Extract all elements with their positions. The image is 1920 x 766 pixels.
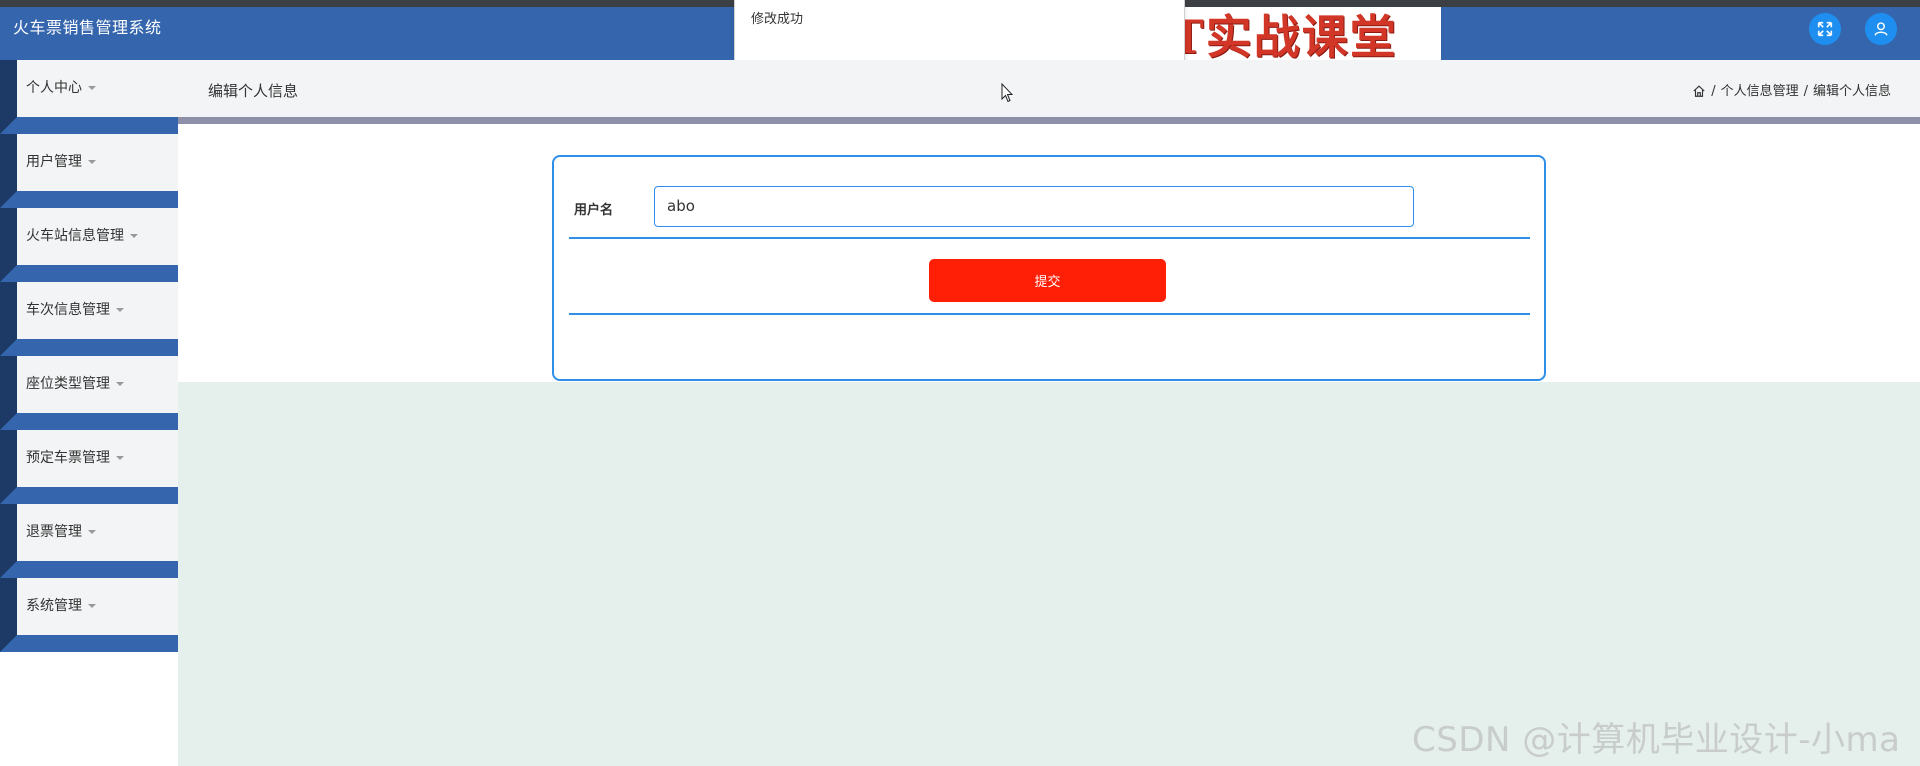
user-icon bbox=[1874, 22, 1888, 36]
sidebar-group-personal-center: 个人中心 bbox=[0, 60, 178, 134]
sidebar-group-refund-management: 退票管理 bbox=[0, 504, 178, 578]
user-menu-button[interactable] bbox=[1865, 13, 1897, 45]
breadcrumb-item-edit-info: 编辑个人信息 bbox=[1812, 84, 1891, 99]
sidebar-item-label: 系统管理 bbox=[26, 598, 82, 614]
caret-down-icon bbox=[130, 234, 138, 238]
sidebar-item-personal-center[interactable]: 个人中心 bbox=[17, 60, 178, 117]
form-divider bbox=[569, 237, 1530, 239]
sidebar-item-seat-type-management[interactable]: 座位类型管理 bbox=[17, 356, 178, 413]
sidebar-item-label: 座位类型管理 bbox=[26, 376, 110, 392]
sidebar-group-station-management: 火车站信息管理 bbox=[0, 208, 178, 282]
sidebar-group-booking-management: 预定车票管理 bbox=[0, 430, 178, 504]
sidebar-item-refund-management[interactable]: 退票管理 bbox=[17, 504, 178, 561]
sidebar-group-user-management: 用户管理 bbox=[0, 134, 178, 208]
username-label: 用户名 bbox=[574, 203, 614, 218]
sidebar-item-station-management[interactable]: 火车站信息管理 bbox=[17, 208, 178, 265]
sidebar-item-label: 火车站信息管理 bbox=[26, 228, 124, 244]
breadcrumb-item-personal-info[interactable]: 个人信息管理 bbox=[1721, 60, 1799, 123]
sidebar-band bbox=[0, 635, 178, 652]
submit-button[interactable]: 提交 bbox=[929, 259, 1166, 302]
sidebar-band bbox=[0, 339, 178, 356]
sidebar-group-seat-type-management: 座位类型管理 bbox=[0, 356, 178, 430]
dialog-message: 修改成功 bbox=[751, 12, 804, 27]
caret-down-icon bbox=[88, 86, 96, 90]
page-subheader: 编辑个人信息 / 个人信息管理 / 编辑个人信息 bbox=[178, 60, 1920, 117]
breadcrumb: / 个人信息管理 / 编辑个人信息 bbox=[1692, 60, 1891, 123]
sidebar: 个人中心 用户管理 火车站信息管理 车次信息管理 座位类型管理 预定车票管理 退… bbox=[0, 60, 178, 654]
sidebar-group-system-management: 系统管理 bbox=[0, 578, 178, 652]
username-input[interactable]: abo bbox=[654, 186, 1414, 227]
breadcrumb-separator: / bbox=[1803, 84, 1808, 99]
sidebar-band bbox=[0, 487, 178, 504]
caret-down-icon bbox=[116, 308, 124, 312]
sidebar-band bbox=[0, 191, 178, 208]
sidebar-group-train-management: 车次信息管理 bbox=[0, 282, 178, 356]
sidebar-band bbox=[0, 561, 178, 578]
sidebar-item-booking-management[interactable]: 预定车票管理 bbox=[17, 430, 178, 487]
sidebar-band bbox=[0, 265, 178, 282]
sidebar-item-label: 用户管理 bbox=[26, 154, 82, 170]
caret-down-icon bbox=[88, 160, 96, 164]
sidebar-item-system-management[interactable]: 系统管理 bbox=[17, 578, 178, 635]
fullscreen-button[interactable] bbox=[1809, 13, 1841, 45]
sidebar-item-user-management[interactable]: 用户管理 bbox=[17, 134, 178, 191]
edit-profile-form: 用户名 abo 提交 bbox=[552, 155, 1546, 381]
caret-down-icon bbox=[88, 604, 96, 608]
form-divider bbox=[569, 313, 1530, 315]
page-title: 编辑个人信息 bbox=[208, 82, 299, 100]
caret-down-icon bbox=[116, 382, 124, 386]
home-icon[interactable] bbox=[1692, 84, 1706, 98]
sidebar-item-label: 个人中心 bbox=[26, 80, 82, 96]
subheader-divider bbox=[178, 117, 1920, 124]
content-background bbox=[178, 382, 1920, 766]
mouse-cursor-icon bbox=[1001, 83, 1013, 103]
sidebar-item-label: 退票管理 bbox=[26, 524, 82, 540]
sidebar-item-train-management[interactable]: 车次信息管理 bbox=[17, 282, 178, 339]
breadcrumb-separator: / bbox=[1711, 84, 1716, 99]
sidebar-item-label: 预定车票管理 bbox=[26, 450, 110, 466]
fullscreen-icon bbox=[1817, 21, 1833, 37]
app-title: 火车票销售管理系统 bbox=[13, 18, 162, 37]
csdn-watermark: CSDN @计算机毕业设计-小ma bbox=[1412, 720, 1901, 760]
sidebar-band bbox=[0, 117, 178, 134]
caret-down-icon bbox=[116, 456, 124, 460]
sidebar-band bbox=[0, 413, 178, 430]
caret-down-icon bbox=[88, 530, 96, 534]
sidebar-item-label: 车次信息管理 bbox=[26, 302, 110, 318]
